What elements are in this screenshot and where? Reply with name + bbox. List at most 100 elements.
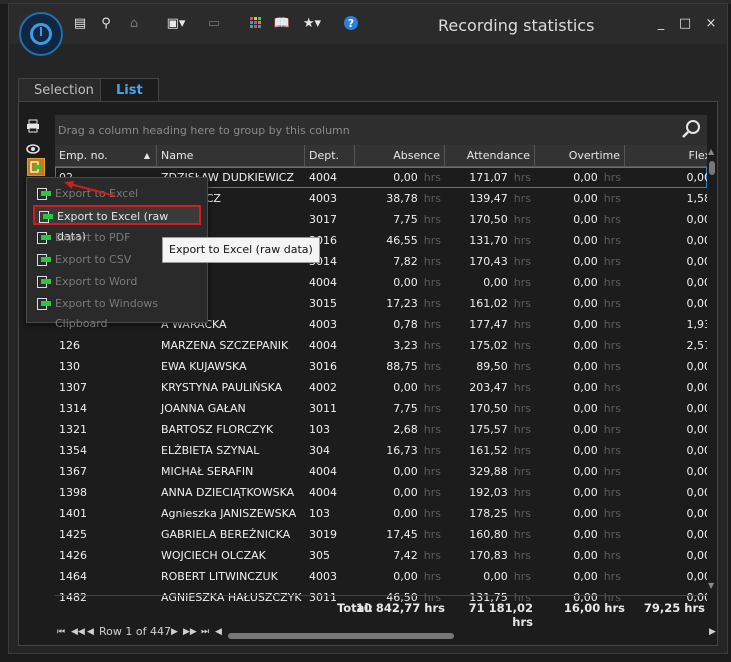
close-button[interactable]: × xyxy=(703,16,719,31)
layout-icon[interactable]: ▭ xyxy=(205,14,223,32)
cell-value: 161,52 xyxy=(469,444,508,457)
printer-icon[interactable] xyxy=(24,118,42,134)
table-row[interactable]: 1425 GABRIELA BEREŹNICKA 3019 17,45 hrs 160,8… xyxy=(55,524,707,545)
cell-absence: 0,00 hrs xyxy=(355,461,445,482)
first-page-icon[interactable]: ⏮ xyxy=(57,627,65,637)
eye-icon[interactable] xyxy=(24,141,42,157)
list-icon[interactable]: ▤ xyxy=(71,14,89,32)
scroll-up-icon[interactable]: ▲ xyxy=(708,147,714,156)
column-header-name[interactable]: Name xyxy=(157,145,305,166)
table-row[interactable]: 1321 BARTOSZ FLORCZYK 103 2,68 hrs 175,57 hrs 0… xyxy=(55,419,707,440)
cell-value: 3016 xyxy=(309,360,337,373)
book-icon[interactable]: 📖 xyxy=(273,14,291,32)
search-icon[interactable] xyxy=(681,119,701,143)
search-icon[interactable]: ⚲ xyxy=(97,14,115,32)
cell-absence: 0,00 hrs xyxy=(355,167,445,188)
maximize-button[interactable]: □ xyxy=(677,16,693,31)
star-icon[interactable]: ★▾ xyxy=(303,14,321,32)
table-row[interactable]: 1426 WOJCIECH OLCZAK 305 7,42 hrs 170,83 hrs 0,… xyxy=(55,545,707,566)
table-row[interactable]: 1307 KRYSTYNA PAULIŃSKA 4002 0,00 hrs 203,47… xyxy=(55,377,707,398)
cell-flex: 0,00 xyxy=(625,272,708,293)
unit-label: hrs xyxy=(423,528,441,541)
unit-label: hrs xyxy=(423,402,441,415)
menu-item-export-word[interactable]: Export to Word xyxy=(33,272,201,292)
cell-overtime: 0,00 hrs xyxy=(535,440,625,461)
cell-attendance: 89,50 hrs xyxy=(445,356,535,377)
table-row[interactable]: 1464 ROBERT LITWINCZUK 4003 0,00 hrs 0,00 hrs 0… xyxy=(55,566,707,587)
unit-label: hrs xyxy=(423,171,441,184)
cell-absence: 0,00 hrs xyxy=(355,482,445,503)
hscroll-thumb[interactable] xyxy=(228,633,454,639)
minimize-button[interactable]: _ xyxy=(653,16,669,31)
column-header-attendance[interactable]: Attendance xyxy=(445,145,535,166)
cell-value: 2,68 xyxy=(393,423,418,436)
home-icon[interactable]: ⌂ xyxy=(125,14,143,32)
next-row-icon[interactable]: ▶ xyxy=(171,627,178,637)
menu-item-export-clipboard[interactable]: Export to Windows Clipboard xyxy=(33,294,201,330)
cell-absence: 17,45 hrs xyxy=(355,524,445,545)
table-row[interactable]: 1314 JOANNA GAŁAN 3011 7,75 hrs 170,50 hrs 0,00… xyxy=(55,398,707,419)
vertical-scrollbar[interactable]: ▲ ▼ xyxy=(707,145,717,592)
cell-name: Agnieszka JANISZEWSKA xyxy=(157,503,305,524)
scroll-right-icon[interactable]: ▶ xyxy=(709,627,716,637)
table-row[interactable]: 130 EWA KUJAWSKA 3016 88,75 hrs 89,50 hrs 0,00 h… xyxy=(55,356,707,377)
column-header-dept[interactable]: Dept. xyxy=(305,145,355,166)
unit-label: hrs xyxy=(513,297,531,310)
scroll-thumb[interactable] xyxy=(709,161,715,175)
menu-item-export-excel-raw[interactable]: Export to Excel (raw data) xyxy=(33,205,201,243)
save-icon[interactable]: ▣▾ xyxy=(167,14,186,32)
horizontal-scrollbar[interactable] xyxy=(225,633,705,639)
column-header-emp-no[interactable]: Emp. no. ▲ xyxy=(55,145,157,166)
unit-label: hrs xyxy=(513,255,531,268)
export-icon xyxy=(37,276,51,288)
group-by-bar[interactable]: Drag a column heading here to group by t… xyxy=(55,115,707,145)
cell-value: 0,00 xyxy=(573,255,598,268)
unit-label: hrs xyxy=(513,234,531,247)
unit-label: hrs xyxy=(423,234,441,247)
unit-label: hrs xyxy=(603,402,621,415)
tab-selection[interactable]: Selection xyxy=(18,78,110,103)
table-row[interactable]: 1398 ANNA DZIECIĄTKOWSKA 4004 0,00 hrs 192,03… xyxy=(55,482,707,503)
cell-overtime: 0,00 hrs xyxy=(535,293,625,314)
cell-flex: 0,00 xyxy=(625,461,708,482)
last-page-icon[interactable]: ⏭ xyxy=(201,627,209,637)
cell-attendance: 175,02 hrs xyxy=(445,335,535,356)
column-header-absence[interactable]: Absence xyxy=(355,145,445,166)
unit-label: hrs xyxy=(513,339,531,352)
cell-attendance: 170,50 hrs xyxy=(445,209,535,230)
cell-name: GABRIELA BEREŹNICKA xyxy=(157,524,305,545)
unit-label: hrs xyxy=(423,507,441,520)
help-icon[interactable]: ? xyxy=(342,14,360,32)
unit-label: hrs xyxy=(603,465,621,478)
unit-label: hrs xyxy=(423,423,441,436)
table-row[interactable]: 1367 MICHAŁ SERAFIN 4004 0,00 hrs 329,88 hrs 0,… xyxy=(55,461,707,482)
cell-flex: 0,00 xyxy=(625,167,708,188)
prev-row-icon[interactable]: ◀ xyxy=(87,627,94,637)
cell-attendance: 170,83 hrs xyxy=(445,545,535,566)
next-page-icon[interactable]: ▶▶ xyxy=(183,627,197,637)
column-header-overtime[interactable]: Overtime xyxy=(535,145,625,166)
cell-dept: 4004 xyxy=(305,272,355,293)
cell-value: 203,47 xyxy=(469,381,508,394)
apps-icon[interactable] xyxy=(247,14,265,32)
scroll-left-icon[interactable]: ◀ xyxy=(215,627,222,637)
cell-value: 88,75 xyxy=(386,360,418,373)
column-header-flex[interactable]: Flex xyxy=(625,145,707,166)
table-row[interactable]: 126 MARZENA SZCZEPANIK 4004 3,23 hrs 175,02 hr… xyxy=(55,335,707,356)
cell-value: ELŻBIETA SZYNAL xyxy=(161,444,260,457)
export-icon xyxy=(37,254,51,266)
cell-value: 1401 xyxy=(59,507,87,520)
cell-overtime: 0,00 hrs xyxy=(535,419,625,440)
cell-value: 16,73 xyxy=(386,444,418,457)
cell-value: 1307 xyxy=(59,381,87,394)
prev-page-icon[interactable]: ◀◀ xyxy=(71,627,85,637)
table-row[interactable]: 1401 Agnieszka JANISZEWSKA 103 0,00 hrs 178,2… xyxy=(55,503,707,524)
export-icon[interactable] xyxy=(27,158,45,176)
cell-value: 46,55 xyxy=(386,234,418,247)
scroll-down-icon[interactable]: ▼ xyxy=(708,581,714,590)
table-row[interactable]: 1354 ELŻBIETA SZYNAL 304 16,73 hrs 161,52 hrs 0… xyxy=(55,440,707,461)
cell-name: BARTOSZ FLORCZYK xyxy=(157,419,305,440)
export-icon xyxy=(37,298,51,310)
tab-list[interactable]: List xyxy=(100,78,159,103)
cell-value: 0,00 xyxy=(686,486,708,499)
